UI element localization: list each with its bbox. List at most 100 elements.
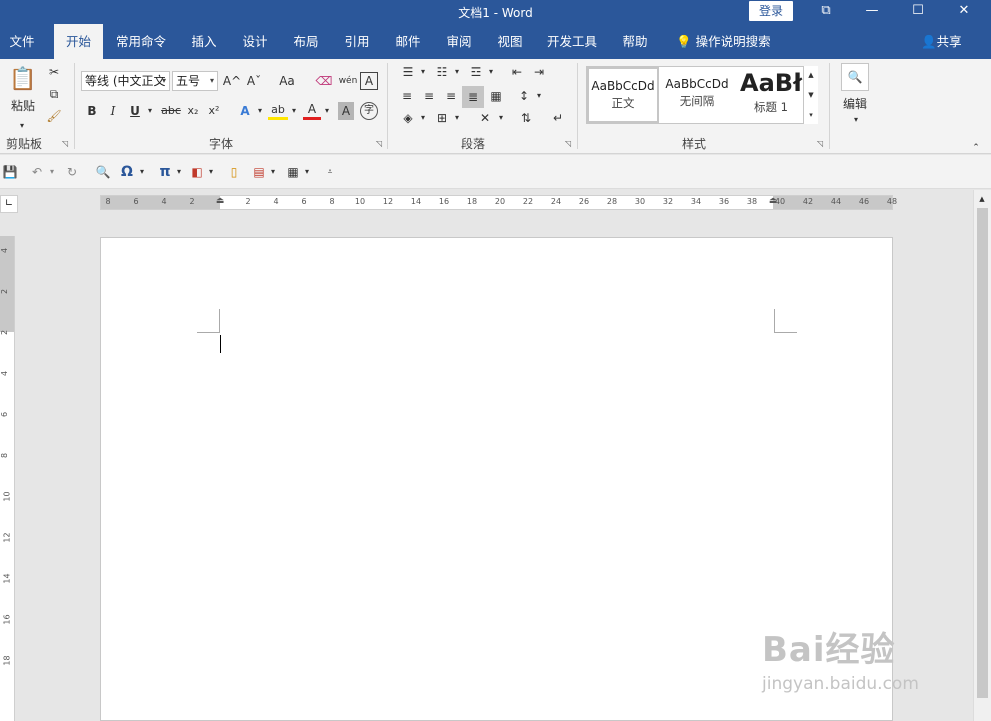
table-icon[interactable]: ▦ [284, 163, 302, 181]
chevron-down-icon[interactable]: ▾ [47, 163, 57, 181]
tab-selector-icon[interactable]: ∟ [0, 195, 18, 213]
save-icon[interactable]: 💾 [2, 163, 18, 181]
chevron-down-icon[interactable]: ▾ [322, 102, 332, 120]
style-heading-1[interactable]: AaBł 标题 1 [735, 67, 807, 123]
bullets-icon[interactable]: ☰ [398, 63, 418, 81]
symbol-icon[interactable]: Ω [118, 163, 136, 181]
equation-icon[interactable]: π [156, 163, 174, 181]
font-launcher-icon[interactable]: ◹ [376, 139, 382, 148]
tab-common-commands[interactable]: 常用命令 [110, 24, 172, 59]
chevron-down-icon[interactable]: ▾ [302, 163, 312, 181]
scroll-down-icon[interactable]: ▼ [804, 86, 818, 104]
paste-icon[interactable]: 📋 [8, 65, 38, 95]
underline-dropdown-icon[interactable]: ▾ [145, 102, 155, 120]
search-icon[interactable]: 🔍 [841, 63, 869, 91]
undo-icon[interactable]: ↶ [28, 163, 46, 181]
clipboard-launcher-icon[interactable]: ◹ [62, 139, 68, 148]
chevron-down-icon[interactable]: ▾ [137, 163, 147, 181]
insert-file-icon[interactable]: ▤ [250, 163, 268, 181]
right-indent-marker-icon[interactable]: ⏏ [763, 196, 783, 206]
underline-button[interactable]: U [126, 102, 144, 120]
sort-icon[interactable]: ⇅ [516, 109, 536, 127]
font-size-select[interactable]: 五号 ▾ [172, 71, 218, 91]
paste-dropdown-icon[interactable]: ▾ [16, 117, 28, 135]
ribbon-display-options-icon[interactable]: ⧉ [803, 0, 849, 24]
grow-font-icon[interactable]: A^ [222, 72, 242, 90]
tab-references[interactable]: 引用 [337, 24, 377, 59]
subscript-button[interactable]: x₂ [184, 102, 202, 120]
tell-me-search[interactable]: 💡 操作说明搜索 [676, 24, 771, 59]
font-color-icon[interactable]: A [303, 102, 321, 120]
chevron-down-icon[interactable]: ▾ [289, 102, 299, 120]
change-case-icon[interactable]: Aa [272, 72, 302, 90]
share-button[interactable]: 👤共享 [921, 24, 962, 59]
minimize-button[interactable]: — [849, 0, 895, 24]
numbering-icon[interactable]: ☷ [432, 63, 452, 81]
indent-marker-icon[interactable]: ⏏ [210, 196, 230, 206]
tab-review[interactable]: 审阅 [439, 24, 479, 59]
show-formatting-marks-icon[interactable]: ↵ [548, 109, 568, 127]
scroll-thumb[interactable] [977, 208, 988, 698]
vertical-ruler[interactable]: 4 2 2 4 6 8 10 12 14 16 18 [0, 236, 15, 721]
strikethrough-button[interactable]: abc [159, 102, 183, 120]
phonetic-guide-icon[interactable]: wén [337, 72, 359, 90]
chevron-down-icon[interactable]: ▾ [418, 63, 428, 81]
style-normal[interactable]: AaBbCcDd 正文 [587, 67, 659, 123]
chevron-down-icon[interactable]: ▾ [452, 63, 462, 81]
chevron-down-icon[interactable]: ▾ [486, 63, 496, 81]
chevron-down-icon[interactable]: ▾ [255, 102, 265, 120]
tab-view[interactable]: 视图 [490, 24, 530, 59]
redo-icon[interactable]: ↻ [63, 163, 81, 181]
styles-launcher-icon[interactable]: ◹ [817, 139, 823, 148]
copy-icon[interactable]: ⧉ [44, 85, 64, 103]
italic-button[interactable]: I [104, 102, 122, 120]
tab-design[interactable]: 设计 [235, 24, 275, 59]
asian-layout-icon[interactable]: ✕ [474, 109, 496, 127]
multilevel-list-icon[interactable]: ☲ [466, 63, 486, 81]
superscript-button[interactable]: x² [205, 102, 223, 120]
login-button[interactable]: 登录 [749, 1, 793, 21]
paste-button[interactable]: 粘贴 [6, 97, 40, 115]
line-spacing-icon[interactable]: ↕ [514, 87, 534, 105]
document-icon[interactable]: ▯ [225, 163, 243, 181]
close-button[interactable]: ✕ [941, 0, 987, 24]
vertical-scrollbar[interactable]: ▲ [973, 190, 991, 721]
clear-formatting-icon[interactable]: ⌫ [314, 72, 334, 90]
chevron-down-icon[interactable]: ▾ [452, 109, 462, 127]
chevron-down-icon[interactable]: ▾ [850, 111, 862, 129]
tab-developer[interactable]: 开发工具 [541, 24, 603, 59]
distributed-icon[interactable]: ▦ [486, 87, 506, 105]
chevron-down-icon[interactable]: ▾ [268, 163, 278, 181]
tab-mailings[interactable]: 邮件 [388, 24, 428, 59]
borders-icon[interactable]: ⊞ [432, 109, 452, 127]
character-border-icon[interactable]: A [360, 72, 378, 90]
tab-insert[interactable]: 插入 [184, 24, 224, 59]
shapes-icon[interactable]: ◧ [188, 163, 206, 181]
chevron-down-icon[interactable]: ▾ [496, 109, 506, 127]
chevron-down-icon[interactable]: ▾ [206, 163, 216, 181]
cut-icon[interactable]: ✂ [44, 63, 64, 81]
align-left-icon[interactable]: ≡ [398, 87, 416, 105]
font-name-select[interactable]: 等线 (中文正文 ▾ [81, 71, 170, 91]
shading-icon[interactable]: ◈ [398, 109, 418, 127]
customize-toolbar-icon[interactable]: ⩡ [323, 163, 337, 181]
scroll-up-icon[interactable]: ▲ [804, 66, 818, 84]
tab-layout[interactable]: 布局 [286, 24, 326, 59]
paragraph-launcher-icon[interactable]: ◹ [565, 139, 571, 148]
tab-help[interactable]: 帮助 [614, 24, 656, 59]
format-painter-icon[interactable]: 🖌 [44, 107, 64, 125]
align-right-icon[interactable]: ≡ [442, 87, 460, 105]
justify-icon[interactable]: ≣ [462, 86, 484, 108]
chevron-down-icon[interactable]: ▾ [418, 109, 428, 127]
maximize-button[interactable]: ☐ [895, 0, 941, 24]
text-effects-icon[interactable]: A [236, 102, 254, 120]
chevron-down-icon[interactable]: ▾ [174, 163, 184, 181]
bold-button[interactable]: B [83, 102, 101, 120]
scroll-up-icon[interactable]: ▲ [975, 190, 989, 208]
print-preview-icon[interactable]: 🔍 [94, 163, 112, 181]
more-styles-icon[interactable]: ▾ [804, 106, 818, 124]
decrease-indent-icon[interactable]: ⇤ [507, 63, 527, 81]
align-center-icon[interactable]: ≡ [420, 87, 438, 105]
style-no-spacing[interactable]: AaBbCcDd 无间隔 [661, 67, 733, 123]
enclose-characters-icon[interactable]: 字 [360, 102, 378, 120]
